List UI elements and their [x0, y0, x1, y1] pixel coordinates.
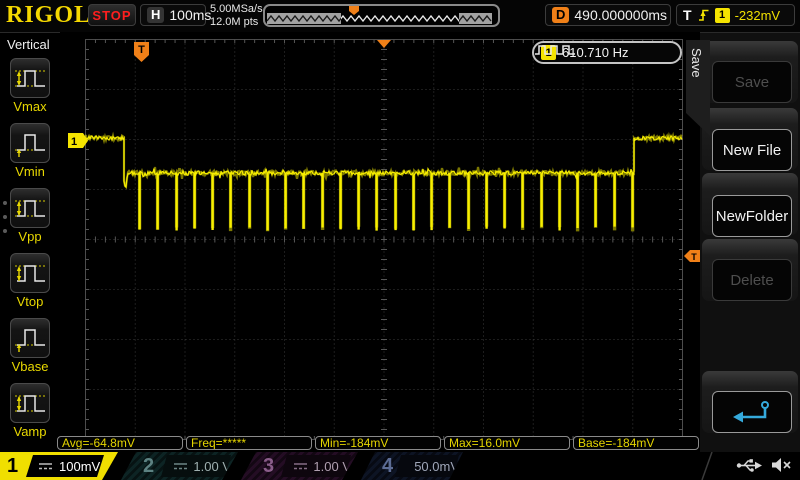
horizontal-scale-box[interactable]: H 100ms	[140, 4, 206, 26]
trigger-label: T	[683, 7, 692, 23]
channel2-scale: 1.00 V	[193, 459, 231, 474]
measure-min: Min=-184mV	[315, 436, 441, 450]
channel-status-bar: 1 100mV 2 1.00 V 3	[0, 452, 800, 480]
run-state-indicator: STOP	[88, 4, 136, 26]
speaker-muted-icon	[771, 457, 792, 473]
menu-tab-label: Save	[689, 48, 704, 78]
channel2-scale-box: 1.00 V	[161, 455, 231, 477]
channel4-scale-box: 50.0mV	[395, 455, 459, 477]
channel3-status[interactable]: 3 1.00 V	[241, 452, 358, 480]
channel3-scale: 1.00 V	[313, 459, 351, 474]
menu-page-dots	[3, 201, 7, 243]
memory-waveform-preview	[265, 6, 494, 25]
sidebar-item-label: Vmax	[0, 99, 60, 114]
channel4-number: 4	[382, 455, 393, 477]
rigol-logo: RIGOL	[6, 2, 91, 29]
vpp-icon	[10, 188, 50, 228]
channel1-number: 1	[7, 455, 18, 477]
sidebar-item-label: Vtop	[0, 294, 60, 309]
measurement-results-bar: Avg=-64.8mV Freq=***** Min=-184mV Max=16…	[57, 436, 703, 451]
sidebar-item-label: Vbase	[0, 359, 60, 374]
new-file-button[interactable]: New File	[712, 129, 792, 171]
horizontal-label: H	[147, 7, 164, 23]
oscilloscope-screen: { "top_bar": { "logo": "RIGOL", "run_sta…	[0, 0, 800, 480]
new-folder-button[interactable]: NewFolder	[712, 195, 792, 237]
acquisition-info: 5.00MSa/s 12.0M pts	[210, 3, 263, 29]
memory-depth: 12.0M pts	[210, 16, 263, 29]
channel2-number: 2	[143, 455, 154, 477]
sidebar-item-vamp[interactable]: Vamp	[0, 383, 60, 439]
dc-coupling-icon	[407, 461, 408, 471]
channel1-scale: 100mV	[59, 459, 100, 474]
trigger-position-marker[interactable]: T	[134, 42, 149, 62]
horizontal-center-marker	[377, 40, 391, 48]
sidebar-item-label: Vmin	[0, 164, 60, 179]
top-status-bar: RIGOL STOP H 100ms 5.00MSa/s 12.0M pts D…	[0, 0, 800, 33]
softkey-menu: Save New File NewFolder Delete	[700, 32, 800, 453]
waveform-display-area: T 1 T 1 610.710 Hz	[60, 32, 700, 452]
measure-menu-title: Vertical	[7, 37, 50, 52]
square-wave-icon	[534, 43, 576, 57]
measure-avg: Avg=-64.8mV	[57, 436, 183, 450]
channel1-offset-marker[interactable]: 1	[68, 133, 88, 148]
sidebar-item-vmax[interactable]: Vmax	[0, 58, 60, 114]
delay-label: D	[552, 7, 569, 23]
horizontal-scale-value: 100ms	[169, 7, 211, 23]
svg-text:1: 1	[71, 136, 77, 148]
sample-rate: 5.00MSa/s	[210, 3, 263, 16]
save-button[interactable]: Save	[712, 61, 792, 103]
measure-max: Max=16.0mV	[444, 436, 570, 450]
status-icons	[736, 457, 792, 473]
vmax-icon	[10, 58, 50, 98]
back-button[interactable]	[712, 391, 792, 433]
return-arrow-icon	[729, 399, 775, 425]
vbase-icon	[10, 318, 50, 358]
measure-base: Base=-184mV	[573, 436, 699, 450]
sidebar-item-label: Vpp	[0, 229, 60, 244]
channel2-status[interactable]: 2 1.00 V	[121, 452, 238, 480]
trigger-level-marker[interactable]: T	[684, 250, 700, 262]
horizontal-delay-box[interactable]: D 490.000000ms	[545, 4, 671, 26]
channel3-number: 3	[263, 455, 274, 477]
sidebar-item-vmin[interactable]: Vmin	[0, 123, 60, 179]
channel3-scale-box: 1.00 V	[281, 455, 351, 477]
channel4-status[interactable]: 4 50.0mV	[361, 452, 463, 480]
memory-position-bar	[263, 4, 500, 27]
sidebar-item-vtop[interactable]: Vtop	[0, 253, 60, 309]
usb-icon	[736, 458, 763, 473]
trigger-info-box[interactable]: T 1 -232mV	[676, 4, 795, 26]
trigger-level-value: -232mV	[735, 8, 781, 23]
trigger-source-badge: 1	[715, 8, 730, 23]
channel4-scale: 50.0mV	[414, 459, 459, 474]
svg-text:T: T	[691, 252, 697, 262]
measure-freq: Freq=*****	[186, 436, 312, 450]
frequency-counter: 1 610.710 Hz	[532, 41, 682, 64]
sidebar-item-vbase[interactable]: Vbase	[0, 318, 60, 374]
dc-coupling-icon	[173, 461, 187, 471]
delete-button[interactable]: Delete	[712, 259, 792, 301]
channel1-status[interactable]: 1 100mV	[0, 452, 118, 480]
divider-slant	[700, 452, 714, 480]
measure-sidebar: Vertical Vmax Vmin	[0, 32, 61, 453]
dc-coupling-icon	[293, 461, 307, 471]
vmin-icon	[10, 123, 50, 163]
sidebar-item-vpp[interactable]: Vpp	[0, 188, 60, 244]
delay-value: 490.000000ms	[574, 7, 667, 23]
run-state-label: STOP	[92, 8, 131, 23]
vamp-icon	[10, 383, 50, 423]
vtop-icon	[10, 253, 50, 293]
channel1-scale-box: 100mV	[26, 455, 104, 477]
svg-text:T: T	[138, 44, 145, 56]
rising-edge-icon	[697, 7, 710, 23]
dc-coupling-icon	[38, 461, 53, 471]
marker-overlay: T 1 T	[60, 32, 700, 452]
sidebar-item-label: Vamp	[0, 424, 60, 439]
